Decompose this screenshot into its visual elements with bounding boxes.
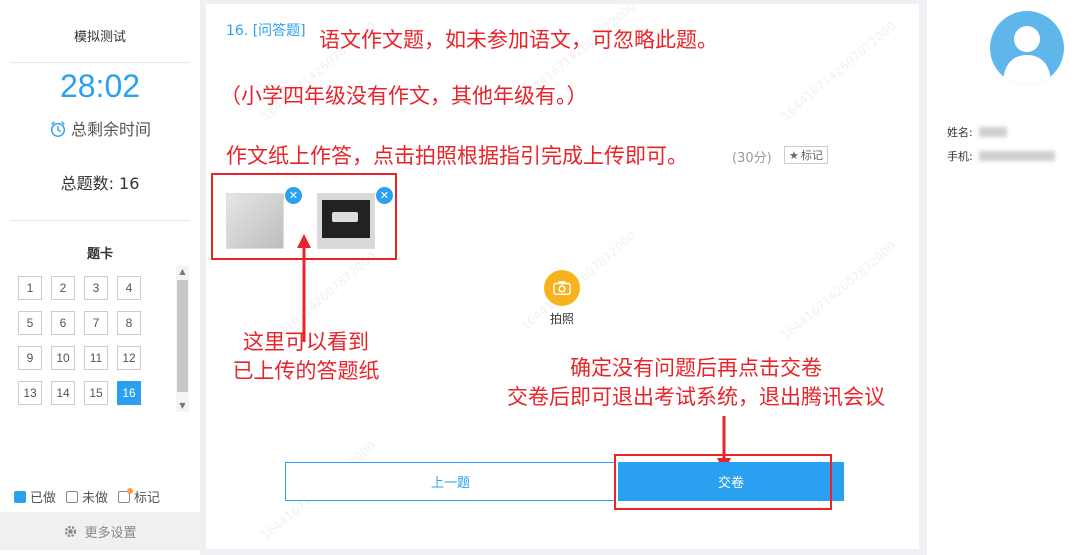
previous-question-button[interactable]: 上一题 <box>285 462 616 501</box>
done-swatch-icon <box>14 490 26 503</box>
left-panel: 模拟测试 28:02 总剩余时间 总题数: 16 题卡 1 2 3 4 5 6 7 8 9 10 1… <box>0 0 200 555</box>
take-photo-label: 拍照 <box>549 312 574 326</box>
star-icon: ★ <box>789 148 799 162</box>
remove-image-icon[interactable]: ✕ <box>285 187 302 204</box>
remove-image-icon[interactable]: ✕ <box>376 187 393 204</box>
answer-card-cell[interactable]: 13 <box>18 381 42 405</box>
answer-card-title: 题卡 <box>86 247 113 262</box>
annotation-line-2: （小学四年级没有作文，其他年级有。） <box>220 84 588 108</box>
answer-card-cell[interactable]: 3 <box>84 276 108 300</box>
avatar <box>990 11 1064 85</box>
uploaded-sheet-thumbnail[interactable] <box>226 193 284 249</box>
answer-card-cell[interactable]: 12 <box>117 346 141 370</box>
answer-card-cell[interactable]: 15 <box>84 381 108 405</box>
candidate-phone: 手机: <box>947 148 1055 164</box>
legend-undone: 未做 <box>66 487 108 506</box>
submit-note: 确定没有问题后再点击交卷 交卷后即可退出考试系统，退出腾讯会议 <box>461 354 919 412</box>
answer-card-cell[interactable]: 2 <box>51 276 75 300</box>
marked-swatch-icon <box>118 487 134 503</box>
countdown-timer: 28:02 <box>59 68 141 104</box>
answer-card-cell[interactable]: 8 <box>117 311 141 335</box>
scroll-up-icon[interactable]: ▲ <box>176 266 189 278</box>
scrollbar-thumb[interactable] <box>177 280 188 392</box>
alarm-clock-icon <box>50 121 66 137</box>
divider <box>10 220 190 221</box>
submit-highlight <box>614 454 832 510</box>
uploaded-sheet-thumbnail[interactable] <box>317 193 375 249</box>
answer-card-grid: 1 2 3 4 5 6 7 8 9 10 11 12 13 14 15 16 <box>18 276 158 405</box>
submit-note-line-2: 交卷后即可退出考试系统，退出腾讯会议 <box>507 385 885 409</box>
undone-swatch-icon <box>66 490 79 503</box>
user-icon <box>1003 26 1051 85</box>
phone-label: 手机: <box>947 150 973 163</box>
answer-card-cell[interactable]: 16 <box>117 381 141 405</box>
answer-card-scrollbar[interactable]: ▲ ▼ <box>176 266 189 412</box>
total-questions: 总题数: 16 <box>60 174 140 193</box>
answer-card-cell[interactable]: 7 <box>84 311 108 335</box>
divider <box>10 62 190 63</box>
answer-card-cell[interactable]: 14 <box>51 381 75 405</box>
uploaded-sheets-note: 这里可以看到 已上传的答题纸 <box>232 330 380 383</box>
answer-card-cell[interactable]: 9 <box>18 346 42 370</box>
status-legend: 已做 未做 标记 <box>14 487 160 506</box>
watermark: 1644167142607872000 <box>778 239 899 343</box>
scroll-down-icon[interactable]: ▼ <box>176 400 189 412</box>
legend-done: 已做 <box>14 487 56 506</box>
answer-card-cell[interactable]: 11 <box>84 346 108 370</box>
annotation-line-3: 作文纸上作答，点击拍照根据指引完成上传即可。 <box>226 144 688 168</box>
question-score: (30分) <box>732 151 772 166</box>
answer-card-cell[interactable]: 10 <box>51 346 75 370</box>
question-panel: 1644167142607872000 1644167142607872000 … <box>206 4 919 549</box>
submit-note-line-1: 确定没有问题后再点击交卷 <box>570 356 822 380</box>
name-redacted <box>978 127 1007 137</box>
candidate-name: 姓名: <box>947 124 1007 140</box>
candidate-panel: 姓名: 手机: <box>927 0 1080 555</box>
name-label: 姓名: <box>947 126 973 139</box>
legend-undone-label: 未做 <box>82 491 109 506</box>
gear-icon <box>65 525 77 537</box>
mark-button-label: 标记 <box>800 149 823 162</box>
phone-redacted <box>978 151 1055 161</box>
remaining-time: 总剩余时间 <box>0 116 200 140</box>
watermark: 1644167142607872000 <box>778 19 899 123</box>
more-settings-button[interactable]: 更多设置 <box>0 512 200 550</box>
remaining-time-label: 总剩余时间 <box>70 120 151 139</box>
take-photo-button[interactable] <box>544 270 580 306</box>
legend-marked: 标记 <box>118 487 160 506</box>
annotation-line-1: 语文作文题，如未参加语文，可忽略此题。 <box>319 28 718 52</box>
answer-card-cell[interactable]: 4 <box>117 276 141 300</box>
answer-card-cell[interactable]: 5 <box>18 311 42 335</box>
answer-card-cell[interactable]: 6 <box>51 311 75 335</box>
mark-button[interactable]: ★ 标记 <box>784 146 828 164</box>
answer-card-cell[interactable]: 1 <box>18 276 42 300</box>
legend-marked-label: 标记 <box>134 491 161 506</box>
question-number: 16. [问答题] <box>226 23 306 39</box>
camera-icon <box>553 281 571 296</box>
legend-done-label: 已做 <box>30 491 57 506</box>
exam-title: 模拟测试 <box>73 30 126 45</box>
more-settings-label: 更多设置 <box>84 525 137 541</box>
